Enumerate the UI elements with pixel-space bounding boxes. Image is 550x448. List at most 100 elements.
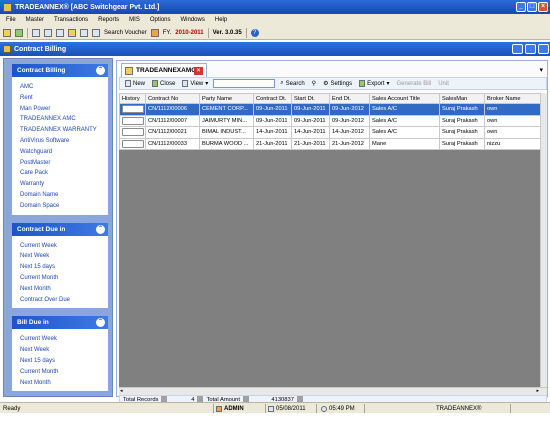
contracts-table: History Contract No Party Name Contract … [119,93,540,150]
notes-icon[interactable] [68,28,76,37]
status-time: 05:49 PM [329,405,355,412]
history-cell[interactable] [119,126,146,139]
close-button[interactable]: × [538,2,548,12]
column-header-salesman[interactable]: SalesMan [439,93,485,104]
menu-file[interactable]: File [6,17,16,23]
sidebar-item-next-week[interactable]: Next Week [20,251,108,262]
sidebar-item-bill-current-week[interactable]: Current Week [20,334,108,345]
collapse-icon[interactable]: ⌃ [96,318,105,328]
column-header-end-dt[interactable]: End Dt. [329,93,370,104]
vertical-scrollbar[interactable] [540,93,547,387]
status-user: ADMIN [224,405,244,412]
horizontal-scrollbar[interactable]: ◂ ▸ [119,387,547,395]
sidebar-item-current-month[interactable]: Current Month [20,273,108,284]
sidebar-item-watchguard[interactable]: Watchguard [20,147,108,158]
panel-header[interactable]: Bill Due in ⌃ [12,316,108,330]
column-header-sales-account[interactable]: Sales Account Title [369,93,440,104]
search-voucher-icon[interactable] [92,28,100,37]
search-button[interactable]: ⌕ Search [278,79,306,89]
menu-windows[interactable]: Windows [181,17,205,23]
sidebar-item-bill-next-15-days[interactable]: Next 15 days [20,356,108,367]
grid-icon[interactable] [32,28,40,37]
grid-search-input[interactable] [213,79,276,88]
menu-help[interactable]: Help [215,17,227,23]
column-header-broker-name[interactable]: Broker Name [484,93,540,104]
refresh-icon[interactable] [15,28,23,37]
column-header-contract-dt[interactable]: Contract Dt. [253,93,292,104]
close-grid-button[interactable]: Close [150,79,177,89]
collapse-icon[interactable]: ⌃ [96,66,105,75]
sidebar-item-contract-over-due[interactable]: Contract Over Due [20,295,108,306]
history-button[interactable] [122,139,144,148]
history-button[interactable] [122,116,144,125]
sidebar-item-tradeannex-warranty[interactable]: TRADEANNEX WARRANTY [20,125,108,136]
view-button[interactable]: View ▾ [180,79,210,89]
calendar-icon[interactable] [56,28,64,37]
scroll-right-icon[interactable]: ▸ [536,388,539,394]
minimize-button[interactable]: _ [516,2,526,12]
unit-button[interactable]: Unit [436,79,451,89]
sidebar-item-tradeannex-amc[interactable]: TRADEANNEX AMC [20,114,108,125]
menu-options[interactable]: Options [150,17,171,23]
column-header-party-name[interactable]: Party Name [199,93,254,104]
maximize-button[interactable]: □ [527,2,537,12]
history-cell[interactable] [119,114,146,127]
table-row[interactable]: CN/1112/00006 CEMENT CORP... 09-Jun-2011… [119,103,540,116]
menu-reports[interactable]: Reports [98,17,119,23]
sidebar-item-next-15-days[interactable]: Next 15 days [20,262,108,273]
sidebar-item-domain-name[interactable]: Domain Name [20,190,108,201]
tab-tradeannexamc[interactable]: TRADEANNEXAMC × [121,63,207,77]
table-cell: 09-Jun-2012 [329,103,370,116]
panel-title: Contract Due in [17,225,66,233]
child-close-button[interactable] [538,44,549,54]
tab-menu-icon[interactable]: ▾ [539,66,543,74]
column-header-contract-no[interactable]: Contract No [145,93,200,104]
printer-icon[interactable] [80,28,88,37]
settings-button[interactable]: ⚙ Settings [321,79,354,89]
open-folder-icon[interactable] [3,28,11,37]
table-row[interactable]: CN/1112/00007 JAIMURTY MIN... 09-Jun-201… [119,114,540,127]
help-icon[interactable]: ? [250,28,259,37]
sidebar-item-bill-next-month[interactable]: Next Month [20,378,108,389]
sidebar-item-amc[interactable]: AMC [20,82,108,93]
child-maximize-button[interactable] [525,44,536,54]
panel-header[interactable]: Contract Billing ⌃ [12,64,108,77]
sidebar-item-antivirus[interactable]: AntiVirus Software [20,136,108,147]
panel-header[interactable]: Contract Due in ⌃ [12,222,108,236]
sidebar-item-postmaster[interactable]: PostMaster [20,158,108,169]
menu-transactions[interactable]: Transactions [54,17,88,23]
column-header-start-dt[interactable]: Start Dt. [291,93,330,104]
table-row[interactable]: CN/1112/00021 BIMAL INDUST... 14-Jun-201… [119,126,540,139]
chevron-down-icon: ▾ [386,81,390,87]
history-button[interactable] [122,128,144,137]
sidebar-item-domain-space[interactable]: Domain Space [20,201,108,212]
history-cell[interactable] [119,103,146,116]
history-cell[interactable] [119,137,146,150]
sidebar-item-bill-current-month[interactable]: Current Month [20,367,108,378]
new-button[interactable]: New [123,79,147,89]
scroll-left-icon[interactable]: ◂ [120,388,123,394]
status-bar: Ready ADMIN 05/08/2011 05:49 PM TRADEANN… [0,402,550,413]
sidebar-item-warranty[interactable]: Warranty [20,179,108,190]
books-icon[interactable] [150,28,159,37]
menu-mis[interactable]: MIS [129,17,140,23]
history-button[interactable] [122,105,144,114]
column-header-history[interactable]: History [119,93,146,104]
search-voucher-button[interactable]: Search Voucher [104,30,147,36]
menu-master[interactable]: Master [26,17,44,23]
sidebar-item-current-week[interactable]: Current Week [20,241,108,252]
sidebar-item-care-pack[interactable]: Care Pack [20,168,108,179]
calculator-icon[interactable] [44,28,52,37]
table-row[interactable]: CN/1112/00033 BURMA WOOD ... 21-Jun-2011… [119,137,540,150]
sidebar-item-bill-next-week[interactable]: Next Week [20,345,108,356]
tab-close-icon[interactable]: × [194,67,203,75]
sidebar-item-rent[interactable]: Rent [20,93,108,104]
child-minimize-button[interactable] [512,44,523,54]
sidebar-item-man-power[interactable]: Man Power [20,104,108,115]
generate-bill-button[interactable]: Generate Bill [395,79,434,89]
app-titlebar: TRADEANNEX® [ABC Switchgear Pvt. Ltd.] _… [0,0,550,14]
export-button[interactable]: Export ▾ [357,79,391,89]
collapse-icon[interactable]: ⌃ [96,224,105,234]
sidebar-item-next-month[interactable]: Next Month [20,284,108,295]
filter-button[interactable]: ⚲ [310,79,318,89]
